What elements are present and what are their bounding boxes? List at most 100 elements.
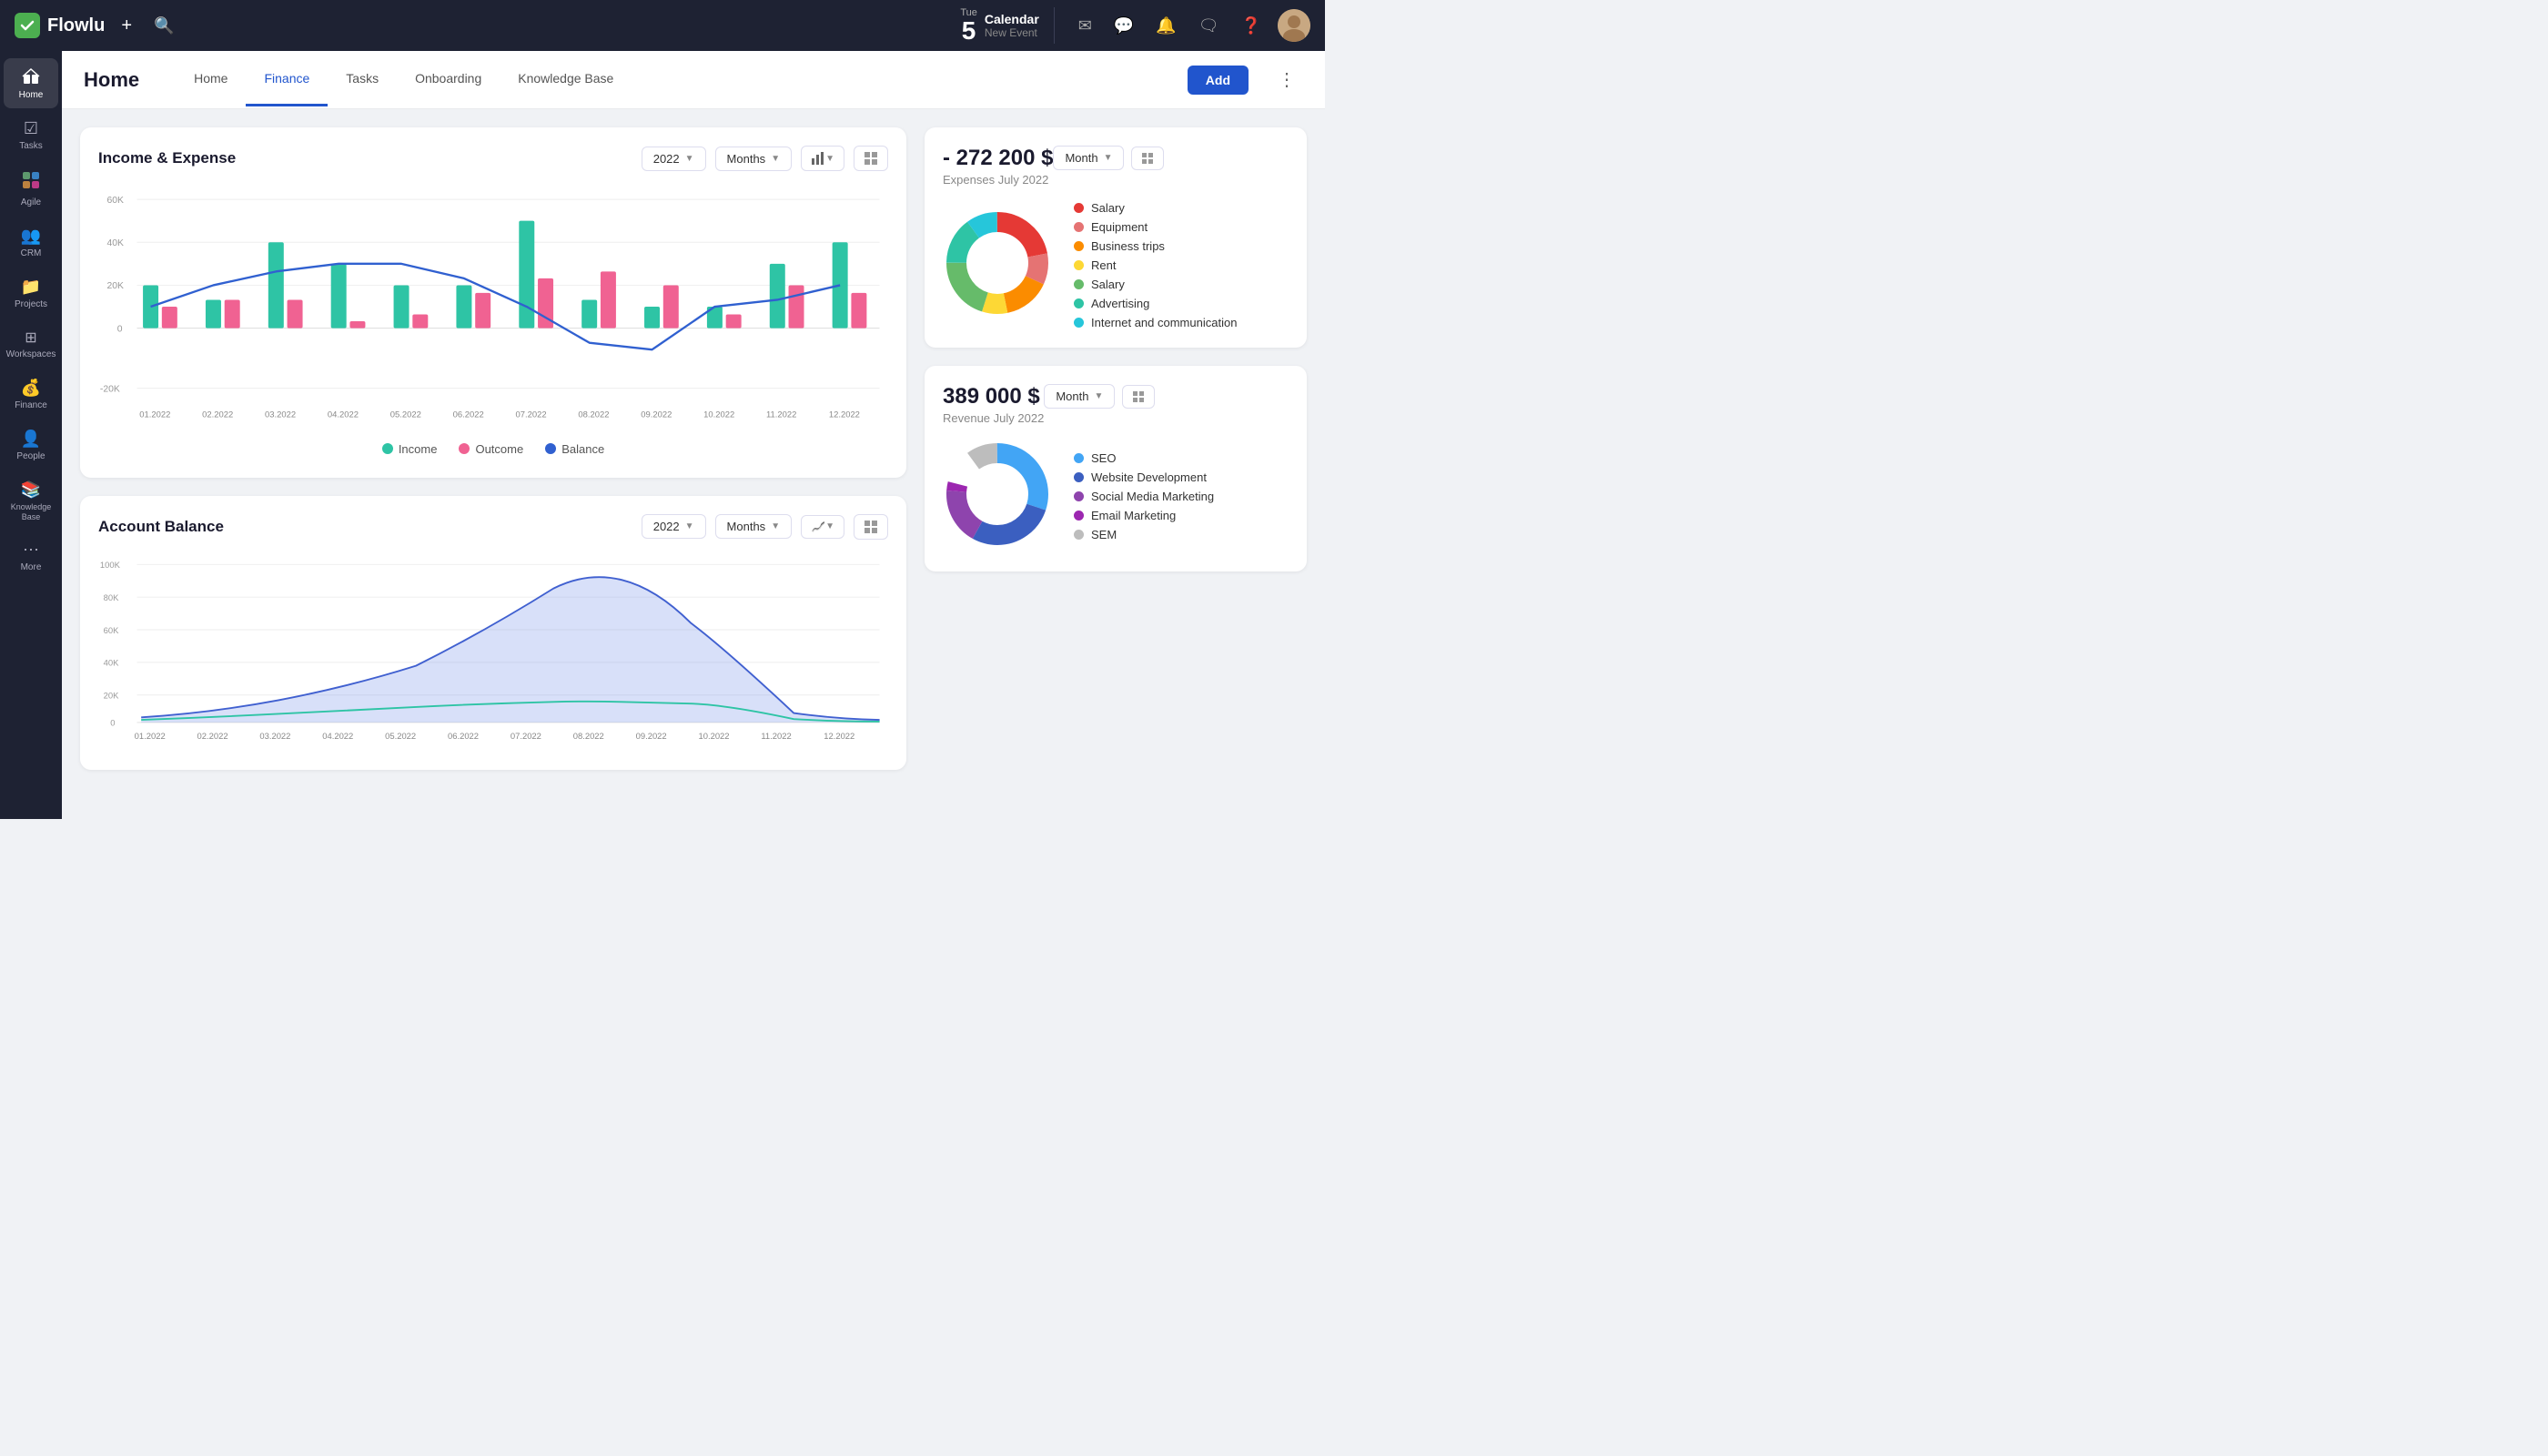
- nav-tabs: Home Finance Tasks Onboarding Knowledge …: [176, 53, 1166, 106]
- tab-knowledge[interactable]: Knowledge Base: [500, 53, 632, 106]
- sidebar-workspaces-label: Workspaces: [6, 349, 56, 360]
- expenses-period-dropdown[interactable]: Month ▼: [1053, 146, 1124, 170]
- revenue-info: 389 000 $ Revenue July 2022: [943, 384, 1044, 425]
- legend-balance: Balance: [545, 442, 604, 456]
- sidebar-item-knowledge[interactable]: 📚 Knowledge Base: [4, 473, 58, 530]
- sidebar-item-more[interactable]: ⋯ More: [4, 533, 58, 581]
- legend-rent: Rent: [1074, 258, 1237, 272]
- sidebar-item-finance[interactable]: 💰 Finance: [4, 371, 58, 419]
- revenue-header: 389 000 $ Revenue July 2022 Month ▼: [943, 384, 1289, 425]
- ab-year-value: 2022: [653, 520, 680, 533]
- tab-home[interactable]: Home: [176, 53, 246, 106]
- svg-text:02.2022: 02.2022: [202, 410, 233, 420]
- comment-button[interactable]: 🗨: [1193, 11, 1225, 41]
- chart-chevron: ▼: [825, 154, 834, 164]
- grid-button[interactable]: [854, 146, 888, 171]
- legend-social: Social Media Marketing: [1074, 490, 1214, 503]
- expenses-amount: - 272 200 $: [943, 146, 1053, 171]
- sidebar-item-tasks[interactable]: ☑ Tasks: [4, 112, 58, 159]
- account-balance-header: Account Balance 2022 ▼ Months ▼: [98, 514, 888, 540]
- sidebar-item-crm[interactable]: 👥 CRM: [4, 219, 58, 267]
- ab-chart-type-button[interactable]: ▼: [801, 515, 844, 539]
- svg-text:09.2022: 09.2022: [641, 410, 672, 420]
- more-options-button[interactable]: ⋮: [1270, 65, 1303, 95]
- expenses-period: Month: [1065, 151, 1097, 165]
- advertising-dot: [1074, 298, 1084, 308]
- account-balance-chart: 100K 80K 60K 40K 20K 0: [98, 554, 888, 752]
- revenue-card: 389 000 $ Revenue July 2022 Month ▼: [925, 366, 1307, 571]
- more-icon: ⋯: [23, 541, 39, 560]
- sidebar-people-label: People: [16, 451, 45, 462]
- chart-type-button[interactable]: ▼: [801, 146, 844, 171]
- svg-text:12.2022: 12.2022: [829, 410, 860, 420]
- svg-text:06.2022: 06.2022: [453, 410, 484, 420]
- legend-balance-label: Balance: [561, 442, 604, 456]
- logo[interactable]: Flowlu: [15, 13, 105, 38]
- search-button[interactable]: 🔍: [148, 11, 179, 41]
- svg-text:05.2022: 05.2022: [385, 730, 416, 740]
- mail-button[interactable]: ✉: [1073, 11, 1097, 41]
- logo-icon: [15, 13, 40, 38]
- legend-salary2: Salary: [1074, 278, 1237, 291]
- legend-seo: SEO: [1074, 451, 1214, 465]
- calendar-block[interactable]: Tue 5 Calendar New Event: [960, 7, 1054, 44]
- business-trips-dot: [1074, 241, 1084, 251]
- sidebar-item-workspaces[interactable]: ⊞ Workspaces: [4, 321, 58, 368]
- revenue-legend: SEO Website Development Social Media Mar…: [1074, 451, 1214, 541]
- svg-text:06.2022: 06.2022: [448, 730, 479, 740]
- svg-text:40K: 40K: [106, 238, 124, 248]
- calendar-subtitle: New Event: [985, 26, 1039, 39]
- legend-equipment: Equipment: [1074, 220, 1237, 234]
- avatar[interactable]: [1278, 9, 1310, 42]
- panels: Income & Expense 2022 ▼ Months ▼: [62, 109, 1325, 819]
- revenue-amount: 389 000 $: [943, 384, 1044, 410]
- expenses-grid-button[interactable]: [1131, 147, 1164, 170]
- chat-button[interactable]: 💬: [1108, 11, 1139, 41]
- sidebar-item-people[interactable]: 👤 People: [4, 422, 58, 470]
- add-button[interactable]: Add: [1188, 66, 1249, 95]
- ab-period-dropdown[interactable]: Months ▼: [715, 514, 793, 539]
- svg-text:0: 0: [110, 717, 115, 727]
- sidebar-finance-label: Finance: [15, 400, 47, 411]
- sidebar-projects-label: Projects: [15, 299, 47, 310]
- sidebar-item-projects[interactable]: 📁 Projects: [4, 270, 58, 318]
- revenue-period-dropdown[interactable]: Month ▼: [1044, 384, 1115, 409]
- tab-finance[interactable]: Finance: [246, 53, 328, 106]
- calendar-info: Calendar New Event: [985, 12, 1039, 39]
- income-expense-card: Income & Expense 2022 ▼ Months ▼: [80, 127, 906, 478]
- equipment-dot: [1074, 222, 1084, 232]
- ab-grid-button[interactable]: [854, 514, 888, 540]
- revenue-label: Revenue July 2022: [943, 411, 1044, 425]
- period-value: Months: [727, 152, 766, 166]
- account-balance-title: Account Balance: [98, 518, 632, 536]
- tab-onboarding[interactable]: Onboarding: [397, 53, 500, 106]
- internet-dot: [1074, 318, 1084, 328]
- svg-text:20K: 20K: [104, 690, 119, 700]
- expenses-header: - 272 200 $ Expenses July 2022 Month ▼: [943, 146, 1289, 187]
- sidebar-item-home[interactable]: Home: [4, 58, 58, 108]
- svg-text:03.2022: 03.2022: [259, 730, 290, 740]
- year-value: 2022: [653, 152, 680, 166]
- year-dropdown[interactable]: 2022 ▼: [642, 147, 706, 171]
- ab-year-dropdown[interactable]: 2022 ▼: [642, 514, 706, 539]
- logo-text: Flowlu: [47, 15, 105, 36]
- help-button[interactable]: ❓: [1236, 11, 1267, 41]
- tab-tasks[interactable]: Tasks: [328, 53, 397, 106]
- revenue-period: Month: [1056, 389, 1088, 403]
- crm-icon: 👥: [21, 227, 41, 246]
- bell-button[interactable]: 🔔: [1150, 11, 1181, 41]
- rent-dot: [1074, 260, 1084, 270]
- svg-text:04.2022: 04.2022: [322, 730, 353, 740]
- legend-web-dev: Website Development: [1074, 470, 1214, 484]
- salary2-label: Salary: [1091, 278, 1125, 291]
- social-label: Social Media Marketing: [1091, 490, 1214, 503]
- svg-text:60K: 60K: [106, 196, 124, 206]
- svg-text:10.2022: 10.2022: [703, 410, 734, 420]
- sidebar-item-agile[interactable]: Agile: [4, 163, 58, 216]
- period-dropdown[interactable]: Months ▼: [715, 147, 793, 171]
- agile-icon: [21, 170, 41, 195]
- add-button[interactable]: +: [116, 10, 137, 42]
- revenue-grid-button[interactable]: [1122, 385, 1155, 409]
- content-header: Home Home Finance Tasks Onboarding Knowl…: [62, 51, 1325, 109]
- legend-income-label: Income: [399, 442, 438, 456]
